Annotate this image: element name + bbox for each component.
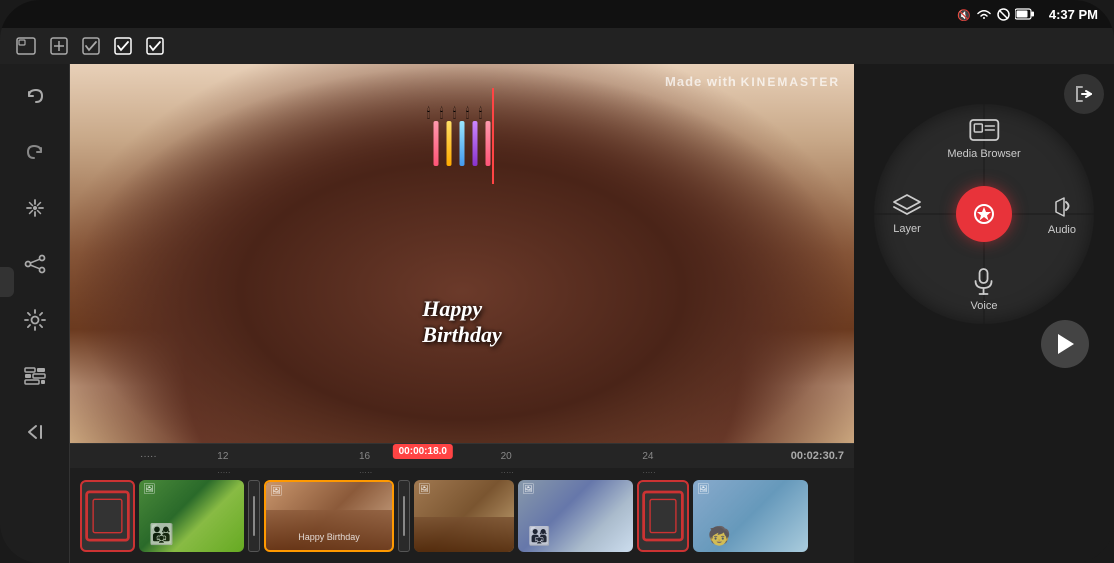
family-clip[interactable]: 🖼 👨‍👩‍👧	[518, 480, 633, 552]
mic-bump	[0, 267, 14, 297]
candle-blue	[460, 121, 465, 166]
family-people: 👨‍👩‍👧	[528, 526, 550, 547]
birthday-photo-icon-1: 🖼	[270, 486, 283, 497]
undo-button[interactable]	[13, 74, 57, 118]
separator-2	[398, 480, 410, 552]
audio-icon	[1048, 192, 1076, 220]
play-icon	[1055, 333, 1075, 355]
layer-button[interactable]: Layer	[892, 193, 922, 235]
status-bar: 🔇 4:37 PM	[0, 0, 1114, 28]
audio-button[interactable]: Audio	[1048, 192, 1076, 236]
birthday-photo-icon-2: 🖼	[418, 484, 431, 495]
main-area: HappyBirthday Made with KINEMASTER ·····…	[0, 64, 1114, 563]
timeline-tracks: 🖼 👨‍👩‍👧 🖼 Happy Birthday	[70, 468, 854, 563]
layer-icon	[892, 193, 922, 219]
ruler-mark-16: 16	[359, 451, 370, 462]
status-icons: 🔇	[957, 7, 1035, 21]
cake-candles	[434, 121, 491, 166]
cake-thumb2	[414, 517, 514, 552]
wifi-icon	[976, 8, 992, 20]
video-section: HappyBirthday Made with KINEMASTER ·····…	[70, 64, 854, 563]
voice-icon	[972, 268, 996, 296]
candle-purple	[473, 121, 478, 166]
image-toolbar-icon[interactable]	[16, 37, 36, 55]
timeline-ruler: ····· 12 ····· 16 ····· 20 ····· 24 ····…	[70, 444, 854, 468]
radial-menu: Media Browser Layer	[874, 104, 1094, 324]
shutter-button[interactable]	[956, 186, 1012, 242]
candle-yellow	[447, 121, 452, 166]
ruler-mark-20: 20	[501, 451, 512, 462]
ruler-mark-12: 12	[217, 451, 228, 462]
video-preview: HappyBirthday Made with KINEMASTER	[70, 64, 854, 443]
no-signal-icon	[997, 8, 1010, 21]
child-people: 🧒	[708, 526, 730, 547]
ruler-mark-24: 24	[642, 451, 653, 462]
clip-frame-start[interactable]	[80, 480, 135, 552]
right-panel: Media Browser Layer	[854, 64, 1114, 563]
media-browser-icon	[968, 116, 1000, 144]
family-photo-icon: 🖼	[522, 484, 535, 495]
candle-pink	[434, 121, 439, 166]
tracks-button[interactable]	[13, 354, 57, 398]
time-cursor-line	[492, 88, 494, 184]
child-clip[interactable]: 🖼 🧒	[693, 480, 808, 552]
settings-button[interactable]	[13, 298, 57, 342]
voice-button[interactable]: Voice	[971, 268, 998, 312]
share-button[interactable]	[13, 242, 57, 286]
redo-button[interactable]	[13, 130, 57, 174]
left-sidebar	[0, 64, 70, 563]
shutter-icon	[969, 199, 999, 229]
mute-icon: 🔇	[957, 7, 971, 21]
check1-toolbar-icon[interactable]	[82, 37, 100, 55]
play-button[interactable]	[1041, 320, 1089, 368]
watermark: Made with KINEMASTER	[665, 74, 840, 89]
birthday-clip-2[interactable]: 🖼	[414, 480, 514, 552]
layer-label: Layer	[893, 223, 921, 235]
park-people: 👨‍👩‍👧	[149, 522, 174, 547]
current-time-cursor: 00:00:18.0	[393, 444, 453, 459]
check3-toolbar-icon[interactable]	[146, 37, 164, 55]
trim-toolbar-icon[interactable]	[50, 37, 68, 55]
device-frame: 🔇 4:37 PM	[0, 0, 1114, 563]
candle-pink2	[486, 121, 491, 166]
battery-icon	[1015, 8, 1035, 20]
top-toolbar	[0, 28, 1114, 64]
check2-toolbar-icon[interactable]	[114, 37, 132, 55]
child-photo-icon: 🖼	[697, 484, 710, 495]
effects-button[interactable]	[13, 186, 57, 230]
happy-birthday-text: HappyBirthday	[422, 296, 501, 348]
media-browser-button[interactable]: Media Browser	[947, 116, 1020, 160]
birthday-clip-1[interactable]: 🖼 Happy Birthday	[264, 480, 394, 552]
media-browser-label: Media Browser	[947, 148, 1020, 160]
total-time: 00:02:30.7	[791, 450, 844, 462]
svg-text:🔇: 🔇	[957, 9, 971, 21]
clip-frame-end[interactable]	[637, 480, 689, 552]
cake-thumb-area	[266, 510, 392, 550]
park-clip[interactable]: 🖼 👨‍👩‍👧	[139, 480, 244, 552]
voice-label: Voice	[971, 300, 998, 312]
birthday-thumb-text: Happy Birthday	[298, 532, 360, 542]
status-time: 4:37 PM	[1049, 7, 1098, 22]
park-photo-icon: 🖼	[143, 484, 156, 495]
separator-1	[248, 480, 260, 552]
rewind-button[interactable]	[13, 410, 57, 454]
audio-label: Audio	[1048, 224, 1076, 236]
timeline-section: ····· 12 ····· 16 ····· 20 ····· 24 ····…	[70, 443, 854, 563]
